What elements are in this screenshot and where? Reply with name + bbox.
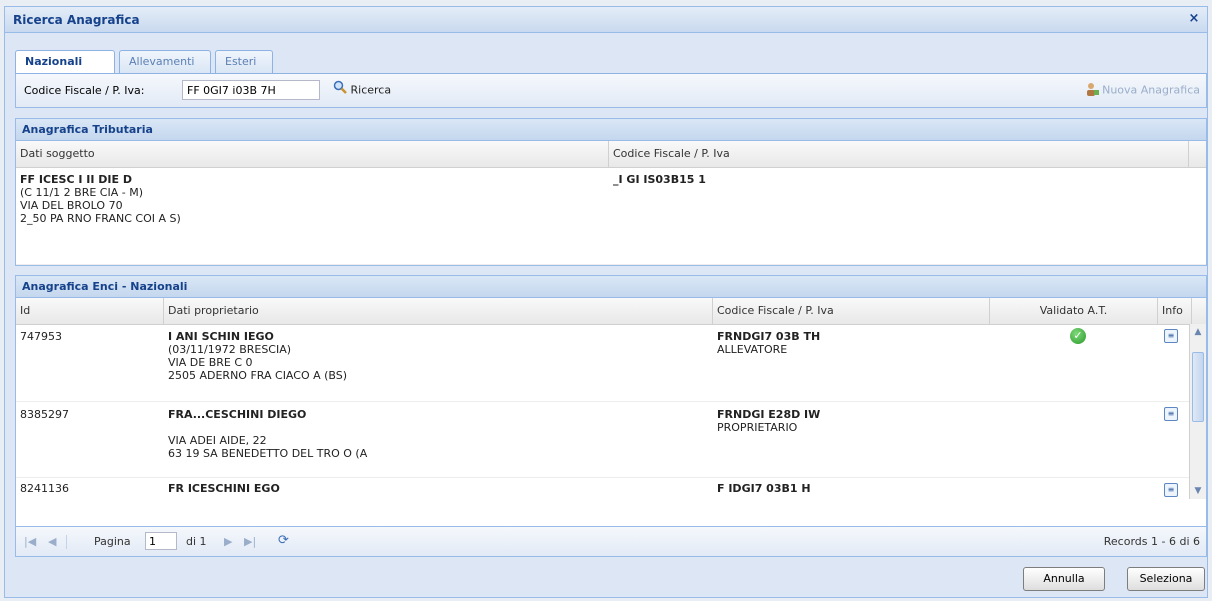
owner-name: I ANI SCHIN IEGO — [168, 330, 274, 343]
last-page-icon[interactable]: ▶| — [244, 535, 256, 548]
subject-name: FF ICESC I II DIE D — [20, 173, 132, 186]
subject-birth: (C 11/1 2 BRE CIA - M) — [20, 186, 143, 199]
subject-city: 2_50 PA RNO FRANC COI A S) — [20, 212, 181, 225]
col-codice-fiscale[interactable]: Codice Fiscale / P. Iva — [713, 298, 990, 324]
select-button[interactable]: Seleziona — [1127, 567, 1205, 591]
paging-toolbar: |◀ ◀ Pagina di 1 ▶ ▶| ⟳ Records 1 - 6 di… — [16, 526, 1206, 556]
tributaria-title: Anagrafica Tributaria — [16, 119, 1206, 141]
owner-cf: FRNDGI E28D IW — [717, 408, 821, 421]
new-record-label: Nuova Anagrafica — [1102, 83, 1200, 97]
search-label: Codice Fiscale / P. Iva: — [24, 84, 145, 97]
tributaria-panel: Anagrafica Tributaria Dati soggetto Codi… — [15, 118, 1207, 266]
new-record-button[interactable]: Nuova Anagrafica — [1085, 82, 1200, 99]
owner-cell: FRA...CESCHINI DIEGO VIA ADEI AIDE, 22 6… — [164, 408, 367, 460]
enci-panel: Anagrafica Enci - Nazionali Id Dati prop… — [15, 275, 1207, 557]
owner-city: 63 19 SA BENEDETTO DEL TRO O (A — [168, 447, 368, 460]
info-icon[interactable]: ≡ — [1164, 329, 1178, 343]
validated-cell: ✓ — [1066, 328, 1086, 344]
owner-name: FRA...CESCHINI DIEGO — [168, 408, 307, 421]
col-id[interactable]: Id — [16, 298, 164, 324]
owner-birth — [168, 421, 367, 434]
scroll-up-icon[interactable]: ▲ — [1192, 326, 1204, 338]
magnifier-icon — [333, 80, 347, 101]
scroll-down-icon[interactable]: ▼ — [1192, 485, 1204, 497]
tributaria-grid-header: Dati soggetto Codice Fiscale / P. Iva — [16, 141, 1206, 168]
col-info[interactable]: Info — [1158, 298, 1192, 324]
vertical-scrollbar[interactable]: ▲ ▼ — [1189, 324, 1206, 499]
cancel-button[interactable]: Annulla — [1023, 567, 1105, 591]
search-toolbar: Codice Fiscale / P. Iva: Ricerca Nuova A… — [15, 74, 1207, 108]
row-id: 8385297 — [20, 408, 69, 421]
col-codice-fiscale[interactable]: Codice Fiscale / P. Iva — [609, 141, 1189, 167]
col-validato[interactable]: Validato A.T. — [990, 298, 1158, 324]
first-page-icon[interactable]: |◀ — [24, 535, 36, 548]
owner-role: ALLEVATORE — [717, 343, 788, 356]
close-icon[interactable]: × — [1187, 12, 1201, 26]
owner-cf: F IDGI7 03B1 H — [717, 482, 811, 495]
page-input[interactable] — [145, 532, 177, 550]
page-label: Pagina — [94, 535, 131, 548]
search-button[interactable]: Ricerca — [333, 80, 391, 100]
owner-cf: FRNDGI7 03B TH — [717, 330, 821, 343]
page-total: di 1 — [186, 535, 207, 548]
table-row[interactable]: 8385297 FRA...CESCHINI DIEGO VIA ADEI AI… — [16, 402, 1206, 478]
owner-birth: (03/11/1972 BRESCIA) — [168, 343, 292, 356]
cf-cell: FRNDGI E28D IW PROPRIETARIO — [713, 408, 820, 434]
col-dati-soggetto[interactable]: Dati soggetto — [16, 141, 609, 167]
tab-esteri[interactable]: Esteri — [215, 50, 273, 73]
owner-name: FR ICESCHINI EGO — [168, 482, 280, 495]
info-icon[interactable]: ≡ — [1164, 407, 1178, 421]
owner-role: PROPRIETARIO — [717, 421, 798, 434]
table-row[interactable]: 8241136 FR ICESCHINI EGO F IDGI7 03B1 H … — [16, 478, 1206, 500]
enci-title: Anagrafica Enci - Nazionali — [16, 276, 1206, 298]
row-id: 8241136 — [20, 482, 69, 495]
dialog-title: Ricerca Anagrafica — [13, 13, 140, 27]
subject-address: VIA DEL BROLO 70 — [20, 199, 123, 212]
owner-cell: I ANI SCHIN IEGO (03/11/1972 BRESCIA) VI… — [164, 330, 347, 382]
dati-soggetto-cell: FF ICESC I II DIE D (C 11/1 2 BRE CIA - … — [16, 173, 610, 225]
user-add-icon — [1085, 82, 1099, 99]
cf-cell: FRNDGI7 03B TH ALLEVATORE — [713, 330, 820, 356]
owner-address: VIA ADEI AIDE, 22 — [168, 434, 267, 447]
owner-city: 2505 ADERNO FRA CIACO A (BS) — [168, 369, 348, 382]
tab-allevamenti[interactable]: Allevamenti — [119, 50, 211, 73]
search-button-label: Ricerca — [350, 83, 392, 97]
scroll-thumb[interactable] — [1192, 352, 1204, 422]
info-cell: ≡ — [1160, 482, 1178, 497]
table-row[interactable]: 747953 I ANI SCHIN IEGO (03/11/1972 BRES… — [16, 324, 1206, 402]
check-icon: ✓ — [1070, 328, 1086, 344]
next-page-icon[interactable]: ▶ — [224, 535, 232, 548]
col-dati-proprietario[interactable]: Dati proprietario — [164, 298, 713, 324]
info-cell: ≡ — [1160, 328, 1178, 343]
records-count: Records 1 - 6 di 6 — [1103, 535, 1200, 548]
owner-address: VIA DE BRE C 0 — [168, 356, 253, 369]
search-dialog: Ricerca Anagrafica × Nazionali Allevamen… — [4, 6, 1208, 598]
info-cell: ≡ — [1160, 406, 1178, 421]
tributaria-row[interactable]: FF ICESC I II DIE D (C 11/1 2 BRE CIA - … — [16, 167, 1206, 265]
tab-nazionali[interactable]: Nazionali — [15, 50, 115, 74]
enci-grid-header: Id Dati proprietario Codice Fiscale / P.… — [16, 298, 1206, 325]
refresh-icon[interactable]: ⟳ — [278, 533, 289, 548]
row-id: 747953 — [20, 330, 62, 343]
dialog-titlebar[interactable]: Ricerca Anagrafica × — [5, 7, 1207, 33]
info-icon[interactable]: ≡ — [1164, 483, 1178, 497]
prev-page-icon[interactable]: ◀ — [48, 535, 56, 548]
pager-separator — [66, 535, 67, 549]
search-input[interactable] — [182, 80, 320, 100]
subject-cf: _I GI IS03B15 1 — [613, 173, 706, 186]
